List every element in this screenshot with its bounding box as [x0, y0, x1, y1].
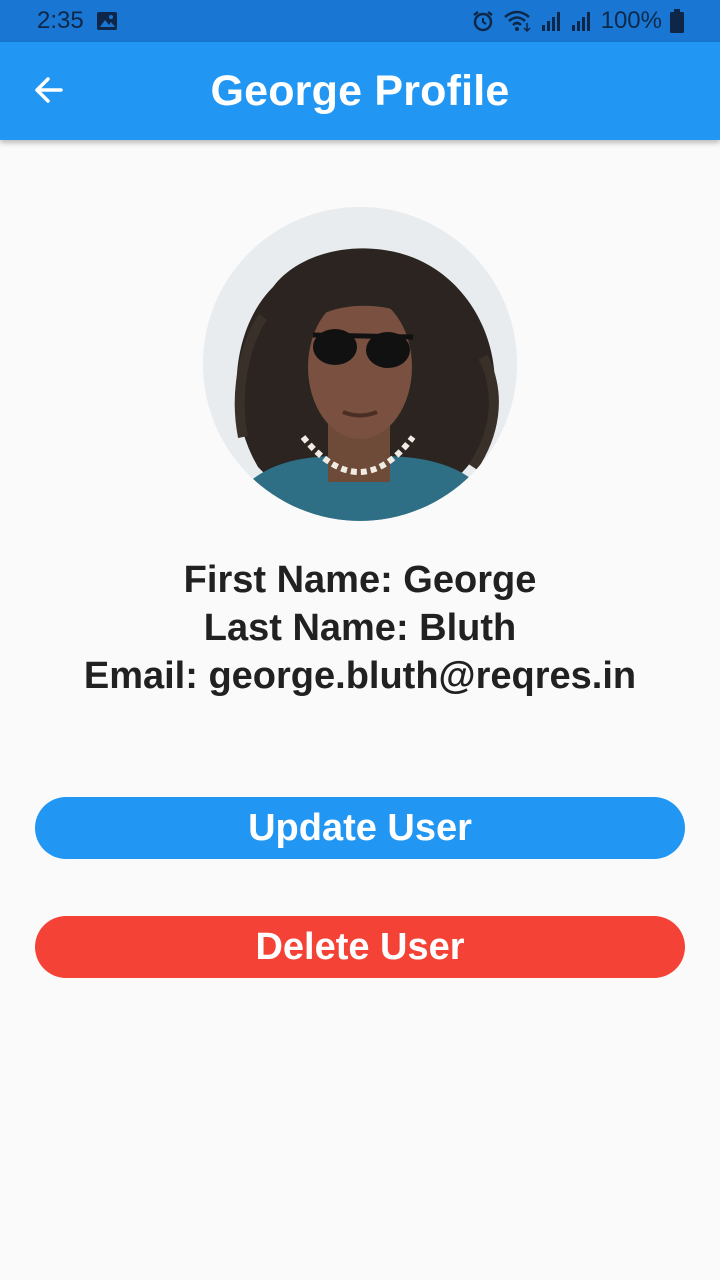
status-bar: 2:35 100%: [0, 0, 720, 42]
first-name-text: First Name: George: [183, 559, 537, 601]
battery-icon: [670, 9, 684, 33]
page-title: George Profile: [210, 66, 510, 115]
delete-user-label: Delete User: [255, 925, 465, 968]
email-text: Email: george.bluth@reqres.in: [83, 655, 637, 697]
wifi-icon: [503, 9, 533, 33]
update-user-button[interactable]: Update User: [35, 797, 685, 859]
arrow-back-icon: [33, 74, 65, 111]
signal-icon: [571, 10, 593, 32]
alarm-icon: [471, 9, 495, 33]
status-time: 2:35: [37, 7, 84, 34]
back-button[interactable]: [24, 67, 74, 117]
image-icon: [96, 11, 118, 31]
delete-user-button[interactable]: Delete User: [35, 916, 685, 978]
app-bar: George Profile: [0, 42, 720, 140]
profile-info: First Name: George Last Name: Bluth Emai…: [0, 556, 720, 700]
battery-percent: 100%: [600, 7, 662, 34]
avatar: [203, 207, 517, 521]
update-user-label: Update User: [248, 806, 472, 849]
last-name-text: Last Name: Bluth: [203, 607, 517, 649]
signal-icon: [541, 10, 563, 32]
